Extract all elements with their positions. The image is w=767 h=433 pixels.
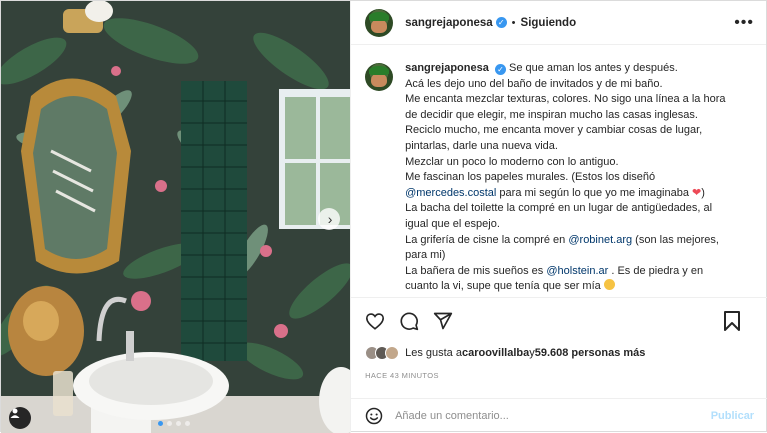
bathroom-photo-illustration — [1, 1, 351, 433]
carousel-dot — [158, 421, 163, 426]
caption-line: Se que aman los antes y después. — [508, 62, 678, 74]
liker-avatars — [365, 346, 400, 360]
caption-text: sangrejaponesa ✓ Se que aman los antes y… — [405, 61, 735, 295]
carousel-dot — [185, 421, 190, 426]
caption-username[interactable]: sangrejaponesa — [405, 62, 489, 74]
post-photo[interactable]: › — [1, 1, 351, 433]
header-username[interactable]: sangrejaponesa — [405, 17, 493, 29]
caption-fragment: La bañera de mis sueños es — [405, 264, 547, 277]
post-timestamp[interactable]: HACE 43 MINUTOS — [365, 371, 439, 380]
avatar[interactable] — [385, 346, 400, 360]
comment-button[interactable] — [399, 311, 419, 331]
caption-area: sangrejaponesa ✓ Se que aman los antes y… — [351, 45, 766, 295]
caption-fragment: para mi según lo que yo me imaginaba — [496, 186, 693, 199]
verified-badge-icon: ✓ — [495, 17, 507, 28]
caption-fragment: La grifería de cisne la compré en — [405, 233, 569, 246]
heart-emoji-icon: ❤ — [692, 186, 702, 199]
share-button[interactable] — [433, 311, 453, 331]
caption-line: Me fascinan los papeles murales. (Estos … — [405, 171, 656, 184]
like-button[interactable] — [365, 312, 385, 330]
person-icon — [10, 408, 20, 418]
chevron-right-icon: › — [327, 211, 333, 227]
emoji-icon[interactable] — [365, 407, 383, 425]
share-icon — [433, 312, 453, 329]
comment-input[interactable] — [395, 410, 711, 422]
post-side-panel: sangrejaponesa ✓ • Siguiendo ••• sangrej… — [350, 1, 767, 433]
likes-summary: Les gusta a caroovillalba y 59.608 perso… — [365, 343, 645, 363]
header-separator: • — [511, 16, 516, 29]
caption-line: La grifería de cisne la compré en @robin… — [405, 233, 735, 264]
caption-line: Me encanta mezclar texturas, colores. No… — [405, 93, 726, 121]
liker-username[interactable]: caroovillalba — [462, 347, 529, 359]
comment-icon — [400, 311, 419, 330]
caption-line: @mercedes.costal para mi según lo que yo… — [405, 186, 735, 202]
following-button[interactable]: Siguiendo — [521, 17, 577, 29]
comment-bar: Publicar — [351, 398, 767, 433]
heart-icon — [366, 312, 385, 330]
save-button[interactable] — [724, 310, 741, 331]
mention-link[interactable]: @holstein.ar — [546, 265, 608, 277]
carousel-dots — [158, 421, 190, 426]
caption-fragment: ) — [701, 186, 705, 199]
actions-bar — [351, 297, 767, 343]
bookmark-icon — [724, 310, 741, 331]
avatar[interactable] — [365, 8, 394, 37]
mention-link[interactable]: @mercedes.costal — [405, 187, 496, 199]
carousel-dot — [167, 421, 172, 426]
smile-emoji-icon — [603, 279, 615, 291]
caption-line: Mezclar un poco lo moderno con lo antigu… — [405, 155, 619, 168]
carousel-dot — [176, 421, 181, 426]
user-tag-button[interactable] — [9, 407, 31, 429]
caption-line: La bañera de mis sueños es @holstein.ar … — [405, 264, 735, 295]
likes-prefix: Les gusta a — [405, 347, 462, 359]
caption-line: Reciclo mucho, me encanta mover y cambia… — [405, 124, 703, 152]
publish-button[interactable]: Publicar — [711, 410, 754, 422]
caption-line: La bacha del toilette la compré en un lu… — [405, 202, 713, 230]
instagram-post: › sangrejaponesa ✓ • Siguiendo ••• sangr… — [0, 0, 767, 433]
caption-line: Acá les dejo uno del baño de invitados y… — [405, 77, 663, 90]
likes-count[interactable]: 59.608 personas más — [535, 347, 646, 359]
post-header: sangrejaponesa ✓ • Siguiendo ••• — [351, 1, 766, 45]
carousel-next-button[interactable]: › — [318, 208, 341, 230]
more-options-icon[interactable]: ••• — [734, 14, 754, 32]
avatar[interactable] — [365, 63, 394, 91]
mention-link[interactable]: @robinet.arg — [568, 234, 632, 246]
verified-badge-icon: ✓ — [494, 64, 506, 76]
